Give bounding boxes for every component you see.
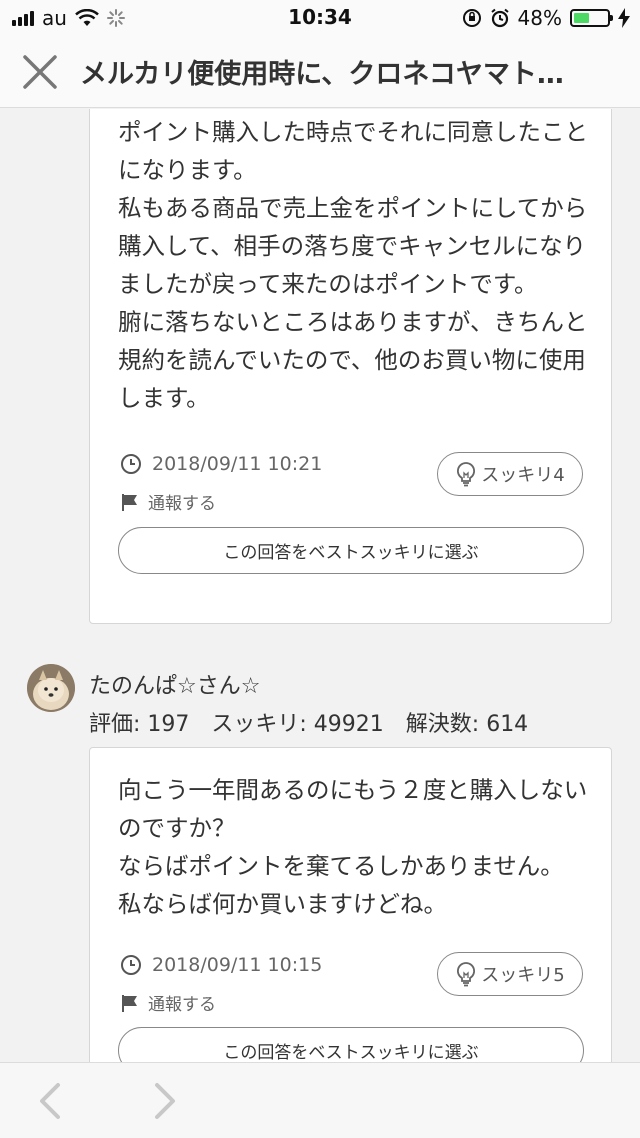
- page-header: メルカリ便使用時に、クロネコヤマト…: [0, 36, 640, 108]
- clock-icon: [121, 955, 141, 975]
- answer-timestamp: 2018/09/11 10:15: [120, 954, 322, 976]
- battery-fill: [574, 13, 590, 23]
- orientation-lock-icon: [462, 9, 481, 27]
- battery-percent: 48%: [517, 6, 562, 30]
- chevron-left-icon: [40, 1083, 60, 1119]
- answerer-info: たのんぱ☆さん☆ 評価: 197 スッキリ: 49921 解決数: 614: [27, 664, 627, 737]
- lightbulb-icon: [457, 962, 476, 987]
- battery-icon: [570, 9, 613, 27]
- status-bar: au 10:34 48%: [0, 0, 640, 36]
- close-button[interactable]: [0, 36, 80, 108]
- timestamp-text: 2018/09/11 10:21: [152, 453, 323, 475]
- avatar[interactable]: [27, 664, 75, 712]
- sukkiri-button[interactable]: スッキリ5: [437, 952, 583, 996]
- report-label: 通報する: [148, 995, 216, 1015]
- back-button[interactable]: [30, 1079, 70, 1123]
- report-link[interactable]: 通報する: [120, 990, 216, 1015]
- sukkiri-label: スッキリ4: [481, 465, 565, 486]
- page-title: メルカリ便使用時に、クロネコヤマト…: [80, 59, 564, 90]
- flag-icon: [122, 994, 137, 1012]
- lightbulb-icon: [457, 462, 476, 487]
- answerer-stats: 評価: 197 スッキリ: 49921 解決数: 614: [89, 712, 529, 737]
- answer-timestamp: 2018/09/11 10:21: [120, 453, 322, 475]
- answer-card: 向こう一年間あるのにもう２度と購入しないのですか？ ならばポイントを棄てるしかあ…: [89, 747, 612, 1062]
- charging-icon: [618, 8, 630, 28]
- answerer-name[interactable]: たのんぱ☆さん☆: [89, 668, 260, 700]
- chevron-right-icon: [155, 1083, 175, 1119]
- answers-list[interactable]: ポイント購入した時点でそれに同意したことになります。 私もある商品で売上金をポイ…: [0, 109, 640, 1062]
- answer-body: ポイント購入した時点でそれに同意したことになります。 私もある商品で売上金をポイ…: [118, 118, 588, 412]
- report-label: 通報する: [148, 494, 216, 514]
- avatar-image: [27, 664, 75, 712]
- status-right: 48%: [462, 0, 630, 36]
- report-link[interactable]: 通報する: [120, 489, 216, 514]
- close-icon: [23, 54, 57, 89]
- alarm-icon: [490, 8, 509, 28]
- best-answer-button[interactable]: この回答をベストスッキリに選ぶ: [118, 527, 584, 574]
- best-answer-button[interactable]: この回答をベストスッキリに選ぶ: [118, 1027, 584, 1062]
- flag-icon: [122, 493, 137, 511]
- forward-button[interactable]: [145, 1079, 185, 1123]
- sukkiri-label: スッキリ5: [481, 965, 565, 986]
- bottom-toolbar: [0, 1062, 640, 1138]
- timestamp-text: 2018/09/11 10:15: [152, 954, 323, 976]
- sukkiri-button[interactable]: スッキリ4: [437, 452, 583, 496]
- clock-icon: [121, 454, 141, 474]
- answer-card: ポイント購入した時点でそれに同意したことになります。 私もある商品で売上金をポイ…: [89, 109, 612, 624]
- answer-body: 向こう一年間あるのにもう２度と購入しないのですか？ ならばポイントを棄てるしかあ…: [118, 776, 588, 918]
